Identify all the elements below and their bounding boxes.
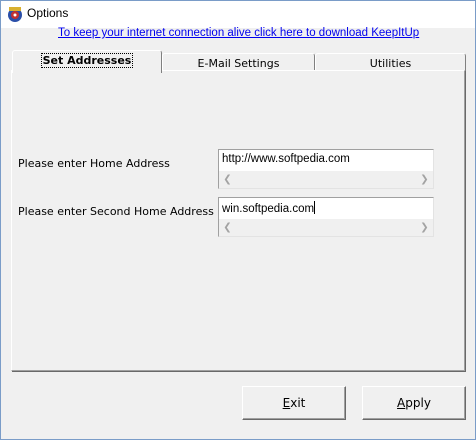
exit-button[interactable]: Exit — [242, 386, 346, 420]
keepitup-download-link[interactable]: To keep your internet connection alive c… — [58, 27, 419, 39]
home-address-scrollbar[interactable]: ❮ ❯ — [219, 171, 433, 188]
second-home-address-input[interactable]: win.softpedia.com ❮ ❯ — [218, 197, 434, 237]
options-window: Options To keep your internet connection… — [0, 0, 476, 440]
tab-panel-set-addresses: Please enter Home Address http://www.sof… — [11, 70, 465, 371]
scroll-left-arrow-icon[interactable]: ❮ — [219, 219, 236, 236]
second-home-address-label: Please enter Second Home Address — [18, 205, 214, 218]
title-bar[interactable]: Options — [1, 1, 475, 28]
second-home-address-value: win.softpedia.com — [222, 201, 316, 215]
apply-button[interactable]: Apply — [362, 386, 466, 420]
home-address-label: Please enter Home Address — [18, 157, 170, 170]
app-icon — [8, 7, 22, 22]
home-address-input[interactable]: http://www.softpedia.com ❮ ❯ — [218, 149, 434, 189]
tab-set-addresses-label: Set Addresses — [40, 53, 134, 68]
exit-label-rest: xit — [290, 396, 306, 410]
scroll-right-arrow-icon[interactable]: ❯ — [416, 219, 433, 236]
apply-label-rest: pply — [405, 396, 431, 410]
second-home-address-scrollbar[interactable]: ❮ ❯ — [219, 219, 433, 236]
scroll-right-arrow-icon[interactable]: ❯ — [416, 171, 433, 188]
tab-set-addresses[interactable]: Set Addresses — [12, 50, 162, 73]
text-caret — [314, 201, 316, 214]
window-title: Options — [27, 6, 69, 20]
tab-email-settings-label: E-Mail Settings — [197, 57, 280, 70]
tab-utilities-label: Utilities — [369, 57, 412, 70]
scroll-left-arrow-icon[interactable]: ❮ — [219, 171, 236, 188]
home-address-value: http://www.softpedia.com — [222, 153, 350, 165]
